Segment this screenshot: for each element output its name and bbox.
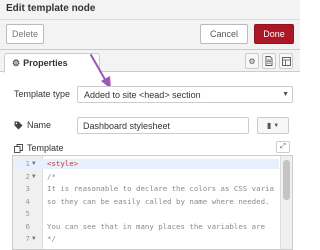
- line-number: 2: [25, 171, 30, 181]
- expand-icon: ⤢: [280, 143, 286, 150]
- cancel-button[interactable]: Cancel: [200, 24, 248, 44]
- tab-appearance[interactable]: [279, 53, 293, 69]
- fold-icon[interactable]: ▼: [32, 160, 36, 167]
- line-number: 4: [25, 196, 30, 206]
- line-number: 5: [25, 209, 30, 218]
- editor-scrollbar[interactable]: [280, 156, 292, 249]
- expand-editor-button[interactable]: ⤢: [276, 141, 290, 153]
- code-text: You can see that in many places the vari…: [47, 221, 266, 231]
- tab-description[interactable]: [262, 53, 276, 69]
- dialog-header: Edit template node: [0, 0, 300, 20]
- action-bar: Delete Cancel Done: [0, 20, 300, 50]
- scrollbar-thumb[interactable]: [283, 160, 290, 200]
- template-type-select[interactable]: Added to site <head> section ▼: [77, 86, 293, 103]
- tab-settings[interactable]: ⚙: [245, 53, 259, 69]
- line-number: 7: [25, 234, 30, 243]
- template-type-value: Added to site <head> section: [84, 89, 201, 100]
- done-button[interactable]: Done: [254, 24, 294, 44]
- editor-line[interactable]: 1 ▼ <style>: [13, 159, 279, 169]
- editor-line[interactable]: 6 You can see that in many places the var…: [13, 222, 279, 232]
- code-text: /*: [47, 171, 56, 181]
- code-text: */: [47, 234, 56, 243]
- gear-icon: ⚙: [12, 57, 21, 68]
- editor-line[interactable]: 4 so they can be easily called by name wh…: [13, 197, 279, 207]
- editor-line[interactable]: 7 ▼ */: [13, 234, 279, 244]
- tab-bar: ⚙ Properties ⚙: [0, 50, 300, 73]
- name-label: Name: [27, 120, 52, 130]
- name-value: Dashboard stylesheet: [83, 120, 171, 131]
- code-text: so they can be easily called by name whe…: [47, 196, 270, 206]
- name-menu-button[interactable]: ▮ ▼: [257, 117, 289, 134]
- file-icon: [265, 56, 273, 66]
- code-text: <style>: [47, 159, 79, 168]
- fold-icon[interactable]: ▼: [32, 173, 36, 180]
- layout-icon: [281, 56, 291, 66]
- dialog-title: Edit template node: [6, 3, 96, 14]
- line-number: 3: [25, 184, 30, 193]
- tab-properties-label: Properties: [23, 58, 68, 68]
- copy-icon: [14, 143, 23, 153]
- editor-line[interactable]: 5: [13, 209, 279, 219]
- template-label: Template: [27, 143, 64, 153]
- template-type-label: Template type: [14, 89, 71, 99]
- line-number: 6: [25, 221, 30, 231]
- name-input[interactable]: Dashboard stylesheet: [77, 117, 249, 134]
- fold-icon[interactable]: ▼: [32, 235, 36, 242]
- name-label-group: Name: [14, 120, 51, 130]
- chevron-down-icon: ▼: [273, 122, 280, 129]
- code-text: It is reasonable to declare the colors a…: [47, 184, 274, 193]
- book-icon: ▮: [266, 121, 272, 130]
- gear-icon: ⚙: [248, 56, 256, 66]
- chevron-down-icon: ▼: [282, 91, 289, 98]
- tag-icon: [14, 121, 23, 129]
- editor-line[interactable]: 3 It is reasonable to declare the colors …: [13, 184, 279, 194]
- code-editor[interactable]: 1 ▼ <style> 2 ▼/* 3 It is reasonable to declar…: [12, 155, 293, 250]
- template-label-group: Template: [14, 143, 64, 153]
- editor-line[interactable]: 2 ▼ /*: [13, 172, 279, 182]
- line-number: 1: [25, 159, 30, 168]
- delete-button[interactable]: Delete: [6, 24, 44, 44]
